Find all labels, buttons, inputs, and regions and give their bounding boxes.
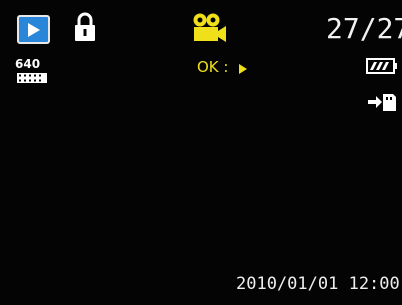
lock-icon: [72, 11, 98, 47]
file-counter: 27/27: [326, 12, 402, 45]
movie-camera-icon: [190, 12, 228, 48]
card-export-icon: [367, 92, 397, 116]
camera-lcd-screen: 27/27 640 OK : 2010/01/01 12:00: [0, 0, 402, 305]
ok-play-hint: OK :: [197, 58, 229, 76]
play-arrow-icon: [238, 60, 248, 79]
playback-mode-icon[interactable]: [17, 15, 50, 44]
resolution-label: 640: [15, 57, 41, 71]
date-time-stamp: 2010/01/01 12:00: [236, 274, 400, 294]
play-triangle-icon: [28, 23, 40, 37]
battery-full-icon: [366, 57, 398, 79]
